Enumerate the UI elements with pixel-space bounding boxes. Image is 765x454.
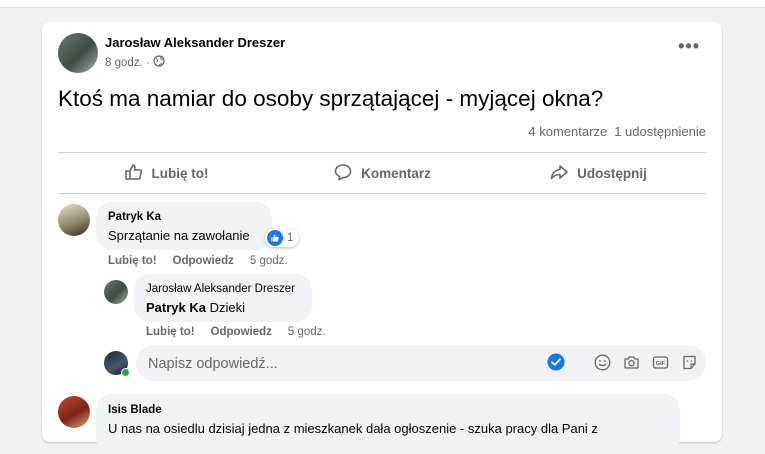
reply-actions: Lubię to! Odpowiedz 5 godz. [146,326,326,338]
reply-body: Patryk Ka Dzieki [146,300,245,315]
sticker-icon[interactable] [680,353,698,371]
post-stats: 4 komentarze 1 udostępnienie [528,124,706,139]
comment-label: Komentarz [361,165,431,181]
post-author[interactable]: Jarosław Aleksander Dreszer [105,35,285,50]
reply-like-link[interactable]: Lubię to! [146,326,195,338]
send-icon[interactable] [547,353,565,371]
reply-input-bar: GIF [136,345,706,383]
camera-icon[interactable] [622,353,640,371]
post-card: Jarosław Aleksander Dreszer 8 godz. · ••… [42,22,722,454]
reaction-number: 1 [287,232,294,244]
emoji-icon[interactable] [593,353,611,371]
comment-author[interactable]: Isis Blade [108,404,162,416]
comment-like-link[interactable]: Lubię to! [108,255,157,267]
reaction-count[interactable]: 1 [265,229,300,247]
comment-bubble: Isis Blade U nas na osiedlu dzisiaj jedn… [96,394,680,454]
like-icon [124,162,144,185]
shares-count[interactable]: 1 udostępnienie [614,124,706,139]
svg-text:GIF: GIF [655,361,665,367]
post-actions: Lubię to! Komentarz Udostępnij [58,154,706,192]
like-label: Lubię to! [151,165,209,181]
input-icons: GIF [547,353,698,371]
reply-input[interactable] [146,345,550,383]
author-avatar[interactable] [58,33,98,73]
reply-reply-link[interactable]: Odpowiedz [211,326,272,338]
more-icon[interactable]: ••• [678,36,700,57]
comment-time[interactable]: 5 godz. [250,255,288,267]
like-button[interactable]: Lubię to! [58,154,274,192]
reply-avatar[interactable] [104,280,128,304]
comment-text: Sprzątanie na zawołanie [108,228,250,243]
divider [58,193,706,194]
reply-text: Dzieki [209,300,246,315]
like-reaction-icon [267,230,283,246]
comments-count[interactable]: 4 komentarze [528,124,607,139]
post-text: Ktoś ma namiar do osoby sprzątającej - m… [58,86,604,111]
reply-author[interactable]: Jarosław Aleksander Dreszer [146,283,295,295]
share-label: Udostępnij [577,165,647,181]
divider [58,152,706,153]
commenter-avatar[interactable] [58,396,90,428]
top-bar [0,0,765,8]
comment-reply-link[interactable]: Odpowiedz [173,255,234,267]
comment-actions: Lubię to! Odpowiedz 5 godz. [108,255,288,267]
online-status-indicator [121,368,130,377]
reply-mention[interactable]: Patryk Ka [146,300,206,315]
share-button[interactable]: Udostępnij [490,154,706,192]
post-time[interactable]: 8 godz. · [105,57,150,69]
post-meta: 8 godz. · [105,55,165,70]
reply-bubble: Jarosław Aleksander Dreszer Patryk Ka Dz… [134,274,312,322]
gif-icon[interactable]: GIF [651,353,669,371]
comment-author[interactable]: Patryk Ka [108,211,161,223]
comment-button[interactable]: Komentarz [274,154,490,192]
comment-bubble: Patryk Ka Sprzątanie na zawołanie [96,202,272,250]
comment-text: U nas na osiedlu dzisiaj jedna z mieszka… [108,421,598,436]
comment-icon [333,162,353,185]
globe-icon [153,55,165,70]
share-icon [549,162,569,185]
commenter-avatar[interactable] [58,204,90,236]
reply-time[interactable]: 5 godz. [288,326,326,338]
